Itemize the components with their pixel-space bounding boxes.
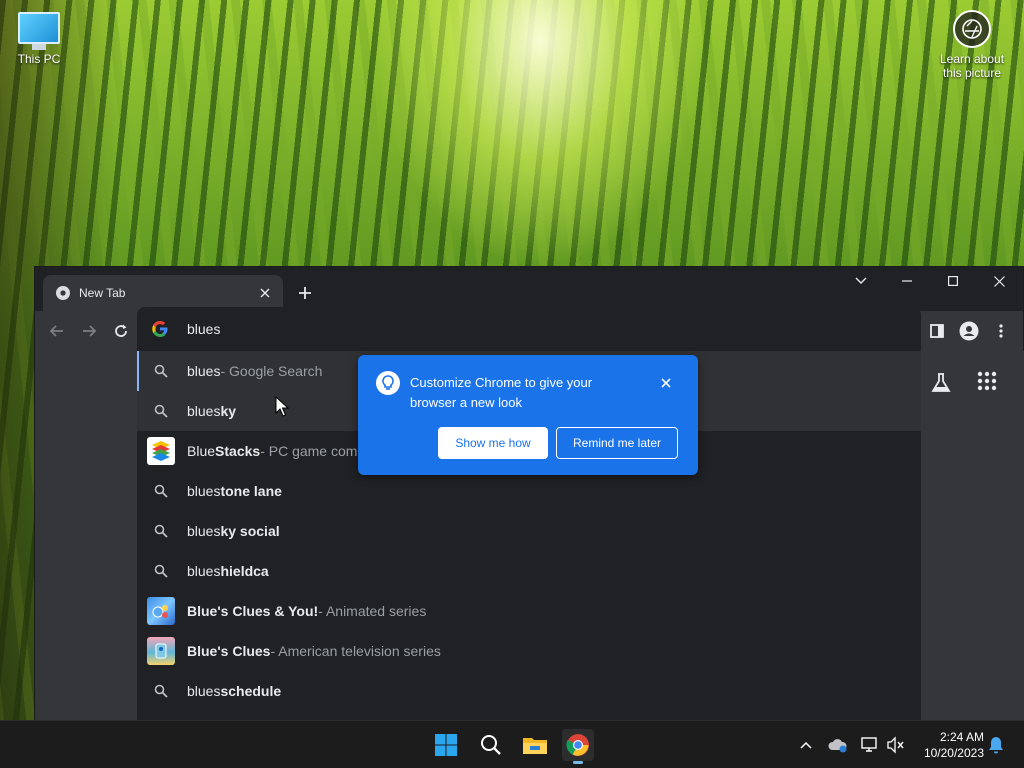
suggestion-completion: tone lane [220, 483, 282, 499]
suggestion-description: - Google Search [220, 363, 323, 379]
remind-me-later-button[interactable]: Remind me later [556, 427, 678, 459]
forward-button[interactable] [75, 317, 103, 345]
search-icon [151, 361, 171, 381]
google-g-icon [152, 321, 168, 337]
tab-new-tab[interactable]: New Tab [43, 275, 283, 311]
suggestion-typed: blues [187, 363, 221, 379]
tab-strip: New Tab [35, 267, 1023, 311]
tab-search-button[interactable] [838, 267, 884, 295]
clock-date: 10/20/2023 [923, 746, 984, 760]
suggestion-typed: blues [187, 523, 221, 539]
suggestion-completion: Blue's Clues [187, 643, 271, 659]
suggestion-item[interactable]: blues schedule [137, 671, 921, 711]
desktop-icon-learn-about-picture[interactable]: Learn about this picture [932, 10, 1012, 80]
notification-bell-icon[interactable] [986, 735, 1006, 755]
suggestion-item[interactable]: blues ky social [137, 511, 921, 551]
close-window-button[interactable] [976, 267, 1022, 295]
suggestion-typed: blues [187, 563, 221, 579]
suggestion-item[interactable]: blues hieldca [137, 551, 921, 591]
tab-title: New Tab [79, 286, 126, 300]
chrome-menu-button[interactable] [987, 317, 1015, 345]
bubble-message: Customize Chrome to give your browser a … [410, 375, 593, 410]
chrome-taskbar-icon[interactable] [562, 729, 594, 764]
clock-time: 2:24 AM [939, 730, 984, 744]
volume-muted-icon[interactable] [886, 735, 906, 755]
search-icon [151, 521, 171, 541]
onedrive-icon[interactable] [828, 735, 848, 755]
mouse-cursor-icon [275, 396, 289, 417]
side-panel-button[interactable] [923, 317, 951, 345]
profile-button[interactable] [955, 317, 983, 345]
suggestion-completion: schedule [220, 683, 282, 699]
suggestion-typed: blues [187, 683, 221, 699]
blues-clues-you-thumb [147, 597, 175, 625]
back-button[interactable] [43, 317, 71, 345]
label-line-1: Learn about [939, 52, 1005, 66]
suggestion-description: - Animated series [318, 603, 427, 619]
blues-clues-thumb [147, 637, 175, 665]
suggestion-description: - American television series [270, 643, 441, 659]
search-icon [151, 561, 171, 581]
maximize-button[interactable] [930, 267, 976, 295]
new-tab-button[interactable] [293, 281, 317, 305]
suggestion-completion: ky [220, 403, 237, 419]
camera-icon [953, 10, 991, 48]
address-bar-text: blues [187, 321, 221, 337]
chrome-window: New Tab blues blues - Google Search blue… [34, 266, 1024, 721]
suggestion-completion: ky social [220, 523, 280, 539]
customize-chrome-bubble: Customize Chrome to give your browser a … [358, 355, 698, 475]
suggestion-item[interactable]: Blue's Clues & You! - Animated series [137, 591, 921, 631]
search-icon [151, 681, 171, 701]
windows-start-icon[interactable] [430, 729, 462, 761]
active-indicator [573, 761, 583, 764]
desktop-icon-this-pc[interactable]: This PC [10, 10, 68, 66]
search-icon [151, 401, 171, 421]
suggestion-item[interactable]: Blue's Clues - American television serie… [137, 631, 921, 671]
lightbulb-icon [376, 371, 400, 395]
file-explorer-icon[interactable] [519, 729, 551, 761]
monitor-icon [18, 12, 60, 44]
desktop-icon-label: This PC [17, 52, 61, 66]
system-clock[interactable]: 2:24 AM 10/20/2023 [914, 729, 984, 761]
suggestion-typed: Blue [187, 443, 216, 459]
suggestion-completion: Stacks [215, 443, 261, 459]
close-icon[interactable] [658, 375, 674, 391]
suggestion-completion: Blue's Clues & You! [187, 603, 319, 619]
labs-flask-icon[interactable] [929, 371, 953, 395]
network-icon[interactable] [860, 735, 880, 755]
show-me-how-button[interactable]: Show me how [438, 427, 548, 459]
suggestion-completion: hieldca [220, 563, 269, 579]
taskbar: 2:24 AM 10/20/2023 [0, 720, 1024, 768]
reload-button[interactable] [107, 317, 135, 345]
suggestion-description: - PC game comp [260, 443, 366, 459]
suggestion-typed: blues [187, 403, 221, 419]
chevron-up-icon[interactable] [796, 735, 816, 755]
search-icon[interactable] [475, 729, 507, 761]
desktop-icon-label: Learn about this picture [932, 52, 1012, 80]
chrome-icon [56, 286, 70, 300]
suggestion-typed: blues [187, 483, 221, 499]
google-apps-icon[interactable] [977, 371, 1001, 395]
bluestacks-icon [147, 437, 175, 465]
new-tab-page-top-right [921, 351, 1024, 721]
close-tab-icon[interactable] [257, 285, 273, 301]
minimize-button[interactable] [884, 267, 930, 295]
suggestion-item[interactable]: blues tone lane [137, 471, 921, 511]
monitor-stand [32, 44, 46, 50]
address-bar[interactable]: blues [137, 307, 921, 351]
search-icon [151, 481, 171, 501]
label-line-2: this picture [942, 66, 1002, 80]
